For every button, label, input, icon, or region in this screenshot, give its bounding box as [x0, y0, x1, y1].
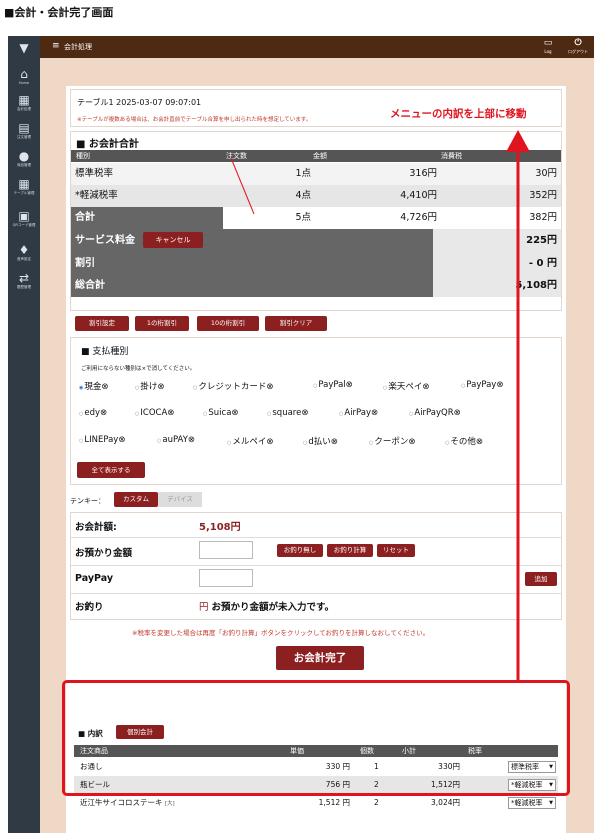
grand-total-value: 5,108円 [433, 275, 561, 297]
payment-option[interactable]: ○AirPayQR⊗ [409, 408, 461, 418]
sidebar-item-qr[interactable]: ▣ QRコード管理 [8, 209, 40, 228]
payment-option[interactable]: ○ICOCA⊗ [135, 408, 174, 418]
power-icon: ⏻ [574, 38, 582, 48]
payment-option[interactable]: ○auPAY⊗ [157, 435, 195, 445]
checkout-section: お会計額: 5,108円 お預かり金額 お釣り無し お釣り計算 リセット Pay… [70, 512, 562, 620]
sidebar: ▼ ⌂ Home ▦ 会計処理 ▤ 注文管理 ● 商品管理 ▦ テーブル管理 ▣ QRコード… [8, 36, 40, 833]
tenkey-label: テンキー： [70, 497, 105, 505]
sidebar-item-home[interactable]: ⌂ Home [8, 67, 40, 86]
menu-icon[interactable]: ≡ [52, 41, 60, 51]
payment-option[interactable]: ○square⊗ [267, 408, 308, 418]
sidebar-item-history[interactable]: ⇄ 履歴管理 [8, 271, 40, 290]
payment-option[interactable]: ○楽天ペイ⊗ [383, 380, 430, 392]
discount-1-digit-button[interactable]: 1の桁割引 [135, 316, 189, 331]
log-button[interactable]: ▭ Log [540, 38, 556, 54]
show-all-button[interactable]: 全て表示する [77, 462, 145, 478]
payment-option[interactable]: ○PayPal⊗ [313, 380, 353, 390]
divider [71, 537, 561, 538]
change-message: 円 お預かり金額が未入力です。 [199, 602, 335, 613]
tab-device[interactable]: デバイス [158, 492, 202, 507]
checkout-complete-button[interactable]: お会計完了 [276, 646, 364, 670]
service-value: 225円 [433, 229, 561, 253]
summary-title: ■ お会計合計 [76, 139, 139, 150]
sidebar-item-orders[interactable]: ▤ 注文管理 [8, 121, 40, 140]
paypay-label: PayPay [75, 573, 114, 584]
payment-option[interactable]: ○PayPay⊗ [461, 380, 503, 390]
page-title: 会計処理 [64, 43, 92, 51]
deposit-input[interactable] [199, 541, 253, 559]
payment-option[interactable]: ○クーポン⊗ [369, 435, 416, 447]
mic-icon: ♦ [18, 243, 30, 257]
summary-row: *軽減税率 4点 4,410円 352円 [71, 185, 561, 207]
tax-warning: ※税率を変更した場合は再度「お釣り計算」ボタンをクリックしてお釣りを計算しなおし… [132, 629, 430, 637]
discount-setting-button[interactable]: 割引設定 [75, 316, 129, 331]
discount-label: 割引 [71, 253, 433, 275]
payment-option[interactable]: ◉現金⊗ [79, 380, 109, 392]
log-icon: ▭ [543, 38, 553, 48]
summary-total-label: 合計 [71, 207, 223, 229]
divider [71, 593, 561, 594]
summary-header-row: 種別 注文数 金額 消費税 [71, 150, 561, 162]
payment-option[interactable]: ○クレジットカード⊗ [193, 380, 274, 392]
sidebar-item-checkout[interactable]: ▦ 会計処理 [8, 93, 40, 112]
summary-row: 標準税率 1点 316円 30円 [71, 163, 561, 185]
payment-option[interactable]: ○d払い⊗ [303, 435, 338, 447]
transfer-icon: ⇄ [18, 271, 30, 285]
document-icon: ▤ [18, 121, 30, 135]
divider [71, 565, 561, 566]
summary-total-row: 5点 4,726円 382円 [223, 207, 561, 229]
discount-clear-button[interactable]: 割引クリア [265, 316, 327, 331]
discount-value: - 0 円 [433, 253, 561, 275]
tax-rate-select[interactable]: *軽減税率 ▼ [508, 797, 556, 809]
service-cancel-button[interactable]: キャンセル [143, 232, 203, 248]
table-datetime: テーブル1 2025-03-07 09:07:01 [77, 98, 202, 107]
sidebar-item-voice[interactable]: ♦ 音声設定 [8, 243, 40, 262]
service-row: サービス料金 [71, 229, 433, 253]
user-icon: ● [18, 149, 30, 163]
checkout-total-label: お会計額: [75, 522, 117, 533]
payment-option[interactable]: ○Suica⊗ [203, 408, 239, 418]
payment-option[interactable]: ○edy⊗ [79, 408, 107, 418]
chevron-down-icon: ▼ [549, 800, 553, 806]
sidebar-item-products[interactable]: ● 商品管理 [8, 149, 40, 168]
payment-option[interactable]: ○その他⊗ [445, 435, 483, 447]
payment-option[interactable]: ○メルペイ⊗ [227, 435, 274, 447]
no-change-button[interactable]: お釣り無し [277, 544, 323, 557]
home-icon: ⌂ [20, 67, 28, 81]
paypay-input[interactable] [199, 569, 253, 587]
table-row: 近江牛サイコロステーキ [大] 1,512 円 2 3,024円 *軽減税率 ▼ [74, 794, 558, 812]
payment-option[interactable]: ○LINEPay⊗ [79, 435, 125, 445]
logout-button[interactable]: ⏻ ログアウト [566, 38, 590, 54]
calc-change-button[interactable]: お釣り計算 [327, 544, 373, 557]
checkout-total-value: 5,108円 [199, 522, 241, 533]
payment-option[interactable]: ○掛け⊗ [135, 380, 165, 392]
tab-custom[interactable]: カスタム [114, 492, 158, 507]
payment-section: ■ 支払種別 ご利用にならない種別は×で消してください。 ◉現金⊗ ○掛け⊗ ○… [70, 337, 562, 485]
grand-total-label: 総合計 [71, 275, 433, 297]
filter-icon: ▼ [19, 41, 29, 55]
top-bar: ≡ 会計処理 ▭ Log ⏻ ログアウト [40, 36, 594, 58]
payment-title: ■ 支払種別 [81, 347, 129, 357]
summary-section: ■ お会計合計 種別 注文数 金額 消費税 標準税率 1点 316円 30円 *… [70, 131, 562, 311]
header-note: ※テーブルが複数ある場合は、お会計直前でテーブル合算を申し出られた時を想定してい… [77, 117, 312, 123]
add-button[interactable]: 追加 [525, 572, 557, 586]
change-label: お釣り [75, 602, 104, 613]
document-title: ■会計・会計完了画面 [4, 6, 114, 19]
discount-10-digit-button[interactable]: 10の桁割引 [197, 316, 259, 331]
qr-icon: ▣ [18, 209, 30, 223]
annotation-text: メニューの内訳を上部に移動 [390, 108, 527, 120]
deposit-label: お預かり金額 [75, 548, 133, 559]
reset-button[interactable]: リセット [377, 544, 415, 557]
payment-option[interactable]: ○AirPay⊗ [339, 408, 378, 418]
calculator-icon: ▦ [18, 93, 30, 107]
table-icon: ▦ [18, 177, 30, 191]
payment-note: ご利用にならない種別は×で消してください。 [81, 366, 196, 372]
annotation-highlight-frame [62, 680, 570, 796]
sidebar-item-filter[interactable]: ▼ [8, 42, 40, 55]
sidebar-item-tables[interactable]: ▦ テーブル管理 [8, 177, 40, 196]
